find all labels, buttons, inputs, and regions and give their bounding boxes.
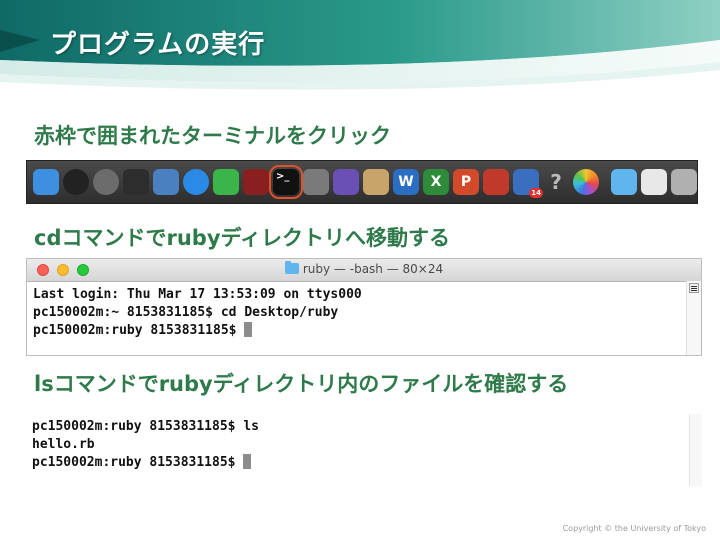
- terminal-line: pc150002m:~ 8153831185$ cd Desktop/ruby: [33, 305, 339, 320]
- prompt-text: pc150002m:ruby 8153831185$: [33, 323, 245, 338]
- terminal-line-prompt: pc150002m:ruby 8153831185$: [33, 322, 695, 340]
- terminal-titlebar[interactable]: ruby — -bash — 80×24: [27, 259, 701, 282]
- preview-icon[interactable]: [153, 169, 179, 195]
- window-title-text: ruby — -bash — 80×24: [302, 262, 444, 276]
- launchpad-icon[interactable]: [93, 169, 119, 195]
- terminal-output-window-ls[interactable]: pc150002m:ruby 8153831185$ ls hello.rb p…: [26, 414, 702, 486]
- terminal-line-prompt: pc150002m:ruby 8153831185$: [32, 454, 696, 472]
- finder-icon[interactable]: [33, 169, 59, 195]
- terminal-line: pc150002m:ruby 8153831185$ ls: [32, 419, 259, 434]
- safari-icon[interactable]: [183, 169, 209, 195]
- terminal-output[interactable]: pc150002m:ruby 8153831185$ ls hello.rb p…: [26, 414, 702, 476]
- text-cursor: [244, 322, 253, 337]
- powerpoint-icon[interactable]: P: [453, 169, 479, 195]
- text-cursor: [243, 454, 252, 469]
- slide-header: プログラムの実行: [0, 0, 720, 100]
- help-icon[interactable]: ?: [543, 169, 569, 195]
- instruction-heading-click-terminal: 赤枠で囲まれたターミナルをクリック: [34, 124, 391, 148]
- terminal-scrollbar[interactable]: [689, 414, 702, 486]
- prompt-text: pc150002m:ruby 8153831185$: [32, 455, 244, 470]
- mission-control-icon[interactable]: [123, 169, 149, 195]
- folder-icon: [284, 261, 299, 274]
- instruction-heading-ls: lsコマンドでrubyディレクトリ内のファイルを確認する: [34, 372, 569, 396]
- system-preferences-icon[interactable]: [303, 169, 329, 195]
- terminal-scrollbar[interactable]: [686, 281, 701, 355]
- scrollbar-menu-icon[interactable]: [689, 283, 699, 293]
- excel-icon[interactable]: X: [423, 169, 449, 195]
- documents-icon[interactable]: [641, 169, 667, 195]
- emacs-icon[interactable]: [333, 169, 359, 195]
- script-editor-icon[interactable]: [363, 169, 389, 195]
- photos-icon[interactable]: [573, 169, 599, 195]
- word-icon[interactable]: W: [393, 169, 419, 195]
- notification-badge: 14: [529, 188, 543, 198]
- sparkle-app-icon[interactable]: [483, 169, 509, 195]
- terminal-window-title: ruby — -bash — 80×24: [27, 261, 701, 276]
- calendar-app-icon[interactable]: 14: [513, 169, 543, 198]
- dashboard-icon[interactable]: [63, 169, 89, 195]
- instruction-heading-cd: cdコマンドでrubyディレクトリへ移動する: [34, 226, 451, 250]
- trash-icon[interactable]: [671, 169, 697, 195]
- terminal-line: Last login: Thu Mar 17 13:53:09 on ttys0…: [33, 287, 362, 302]
- copyright-notice: Copyright © the University of Tokyo: [562, 524, 706, 533]
- facetime-icon[interactable]: [213, 169, 239, 195]
- slide-title: プログラムの実行: [50, 30, 266, 60]
- terminal-window[interactable]: ruby — -bash — 80×24 Last login: Thu Mar…: [26, 258, 702, 356]
- folder-icon[interactable]: [611, 169, 637, 195]
- terminal-output[interactable]: Last login: Thu Mar 17 13:53:09 on ttys0…: [27, 282, 701, 344]
- photo-booth-icon[interactable]: [243, 169, 269, 195]
- terminal-line: hello.rb: [32, 437, 95, 452]
- macos-dock: >_ W X P 14?: [26, 160, 698, 204]
- terminal-icon[interactable]: >_: [269, 165, 303, 199]
